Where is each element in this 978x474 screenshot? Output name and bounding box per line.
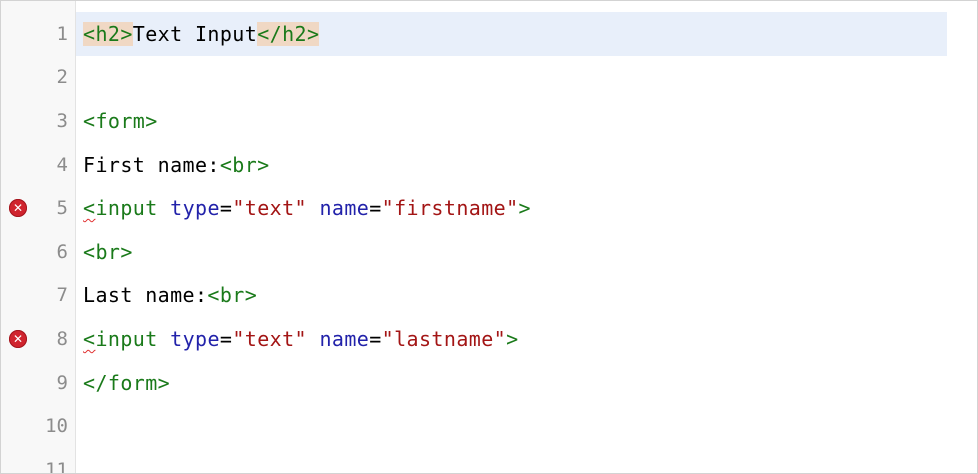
error-squiggle-token: < [83,326,96,351]
line-number: 7 [56,284,68,307]
code-token: <form> [83,108,158,133]
code-text: Last name:<br> [83,283,257,307]
code-token: <br> [219,152,270,177]
code-token: "lastname" [381,326,507,351]
code-line[interactable]: 4 First name:<br> [1,143,977,187]
code-token: > [506,326,519,351]
code-line[interactable]: ✕ 5 <input type="text" name="firstname"> [1,186,977,230]
code-text: <h2>Text Input</h2> [83,21,320,46]
code-text: <form> [83,109,158,133]
line-number: 11 [45,458,68,474]
code-token: </form> [83,370,171,395]
code-token: name [319,326,370,351]
code-line[interactable]: ✕ 8 <input type="text" name="lastname"> [1,317,977,361]
code-token: > [518,196,531,221]
code-token: input [95,196,158,221]
code-token: "firstname" [381,196,519,221]
code-token: <br> [83,239,133,264]
error-squiggle-token: < [83,196,96,221]
code-token: "text" [232,326,307,351]
line-number: 4 [56,153,68,176]
code-token: "text" [232,196,307,221]
line-number: 9 [56,371,68,394]
line-number: 2 [56,66,68,89]
code-token: = [369,196,382,221]
code-line[interactable]: 6 <br> [1,230,977,274]
line-number: 10 [45,415,68,438]
code-line[interactable]: 1 <h2>Text Input</h2> [1,12,977,56]
code-token: = [219,326,233,351]
code-text: First name:<br> [83,153,270,177]
code-token: </h2> [257,21,320,46]
code-text: <input type="text" name="firstname"> [83,196,531,220]
code-token: input [95,326,158,351]
code-line[interactable]: 11 [1,448,977,474]
line-number: 5 [56,197,68,220]
code-token: name [319,196,370,221]
line-number: 3 [56,109,68,132]
code-token: type [170,196,220,221]
line-number: 1 [56,22,68,45]
code-line[interactable]: 2 [1,56,977,100]
code-token: Last name: [83,283,208,308]
error-icon[interactable]: ✕ [9,199,27,218]
line-number: 8 [56,327,68,350]
code-text: <input type="text" name="lastname"> [83,327,519,351]
code-line[interactable]: 10 [1,404,977,448]
code-text: </form> [83,371,170,395]
code-token: type [170,326,220,351]
code-line[interactable]: 3 <form> [1,99,977,143]
code-token: First name: [83,152,220,177]
error-icon[interactable]: ✕ [9,329,27,348]
code-line[interactable]: 9 </form> [1,361,977,405]
code-token: Text Input [132,21,258,46]
code-token: = [219,196,233,221]
line-number: 6 [56,240,68,263]
code-text: <br> [83,240,133,264]
code-token: = [369,326,382,351]
code-line[interactable]: 7 Last name:<br> [1,274,977,318]
code-editor[interactable]: 1 <h2>Text Input</h2> 2 3 <form> 4 First name:… [0,0,978,474]
code-lines: 1 <h2>Text Input</h2> 2 3 <form> 4 First name:… [1,12,977,474]
code-token: <br> [207,283,258,308]
code-token: <h2> [83,21,133,46]
